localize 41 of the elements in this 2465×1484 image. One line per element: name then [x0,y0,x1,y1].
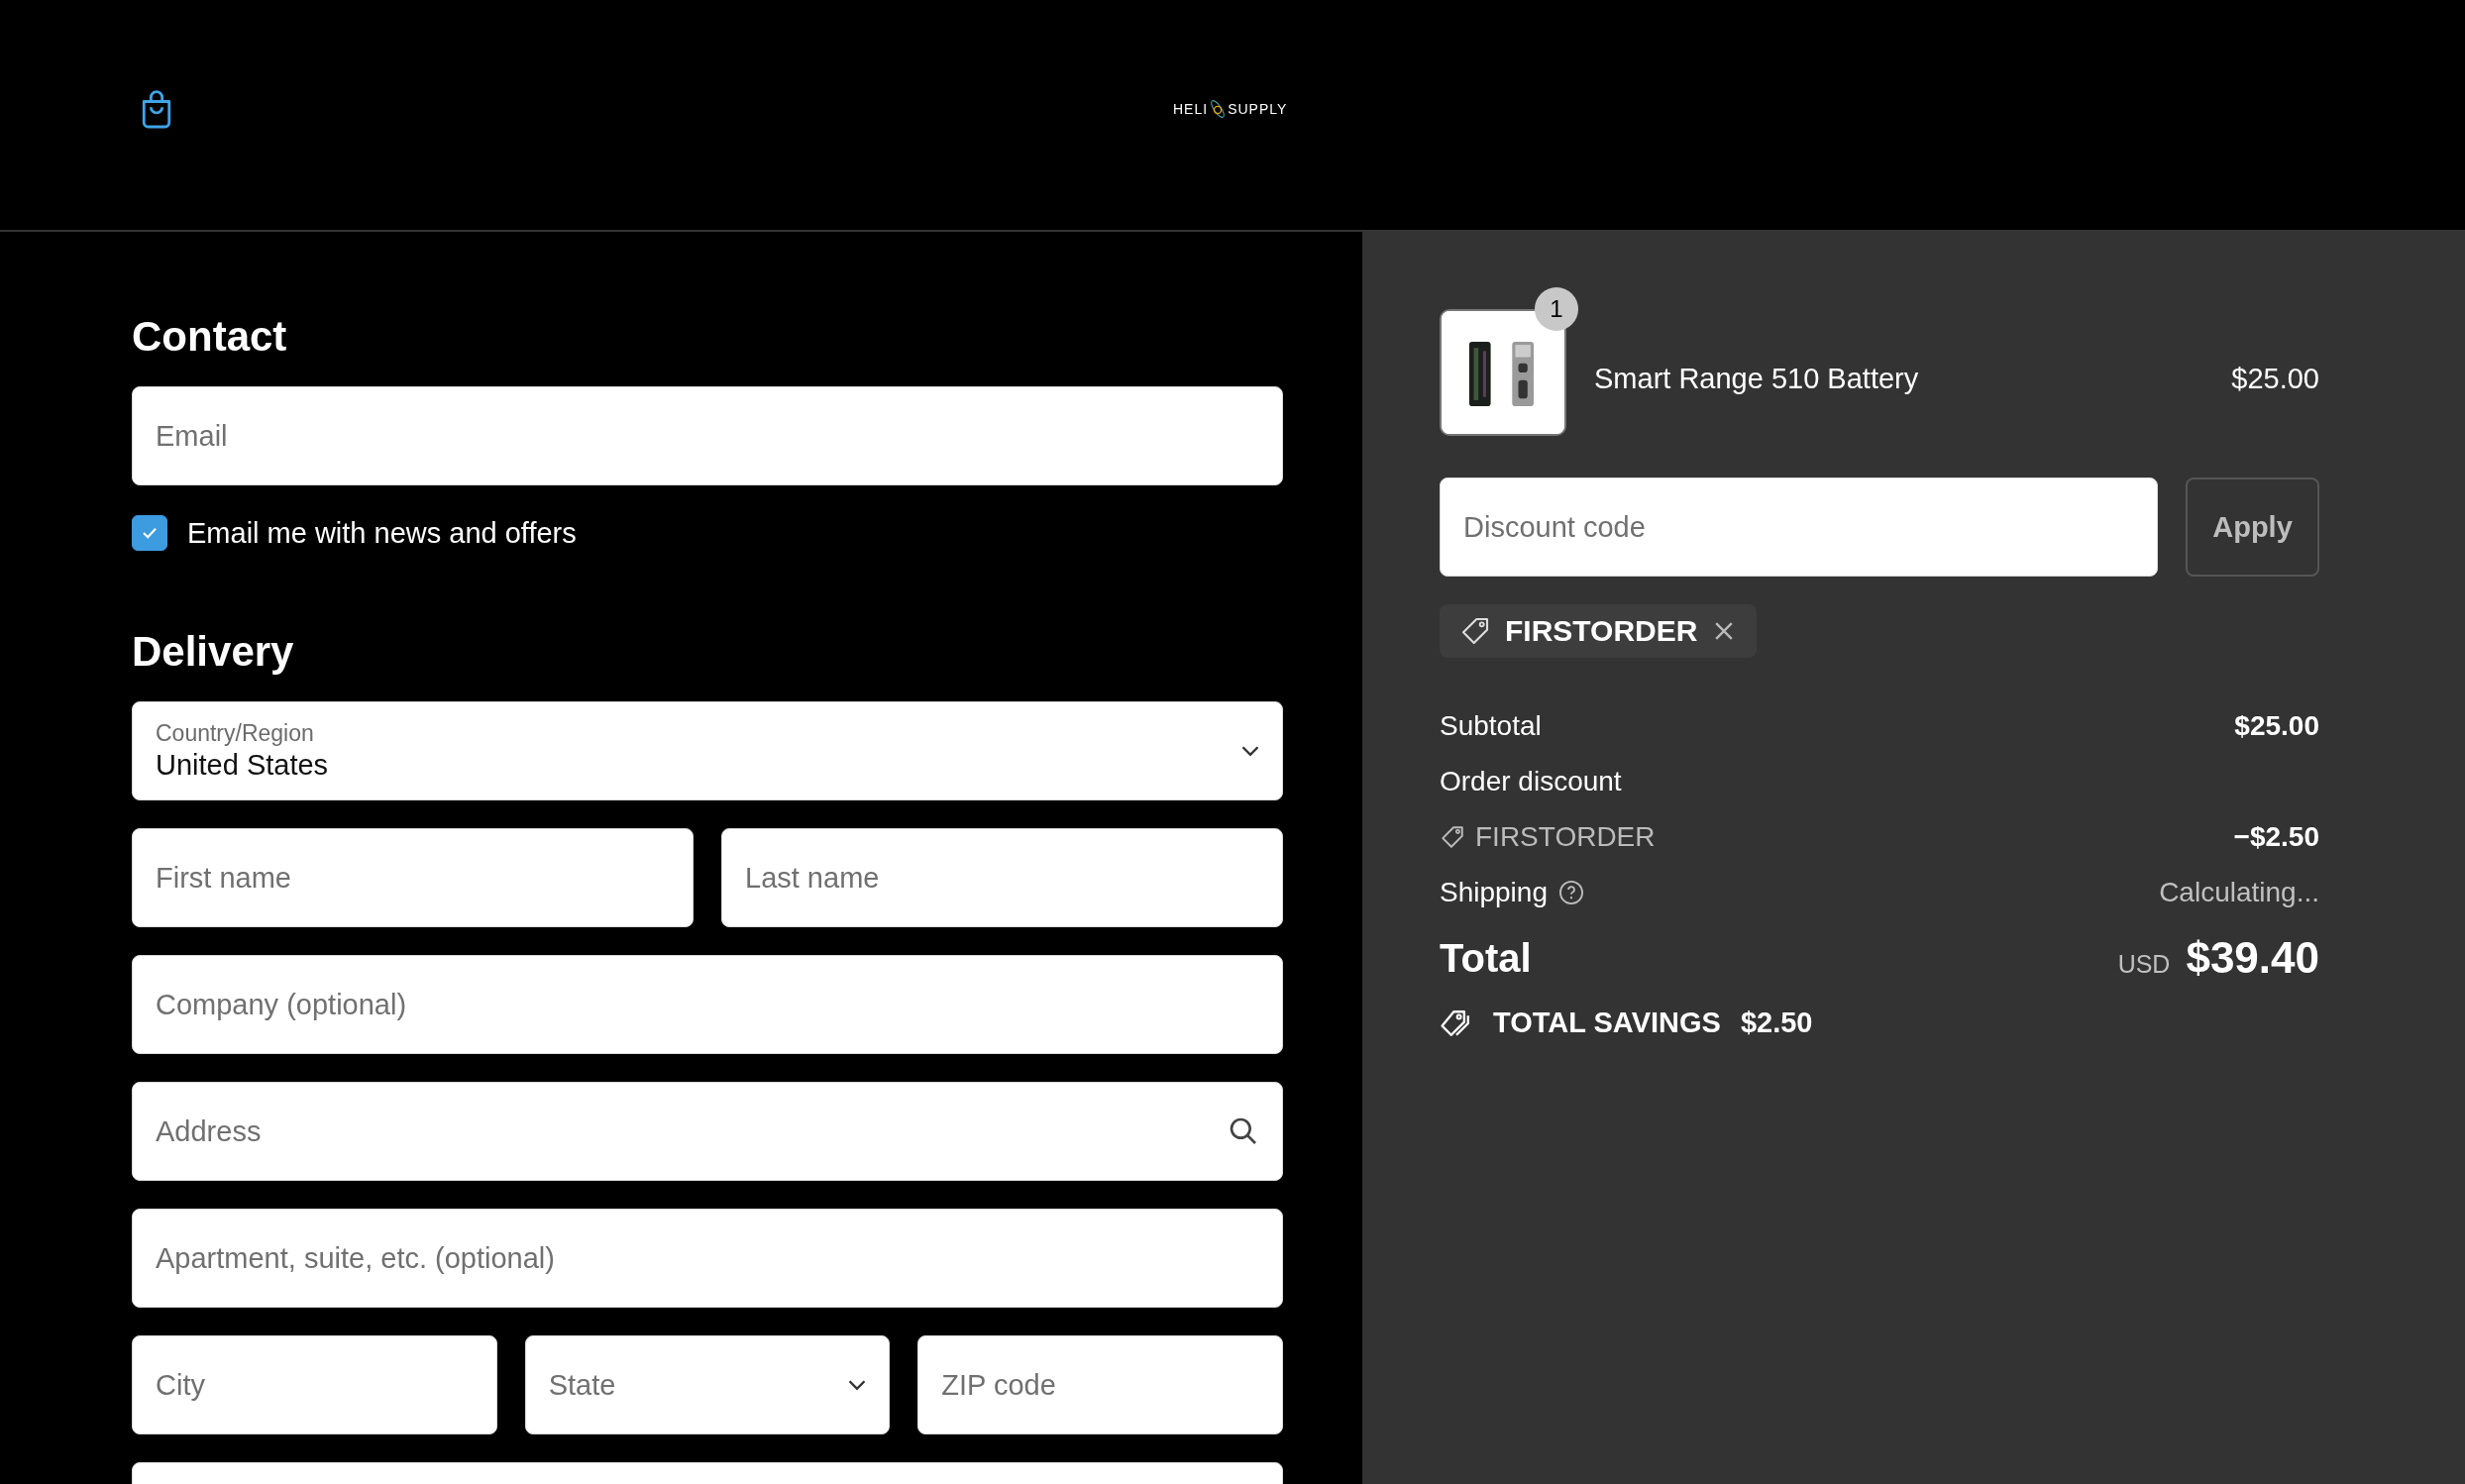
summary-label: FIRSTORDER [1475,821,1656,853]
summary-value: Calculating... [2159,877,2319,908]
section-title: Contact [132,313,288,361]
savings-label: TOTAL SAVINGS [1493,1007,1721,1039]
currency-code: USD [2117,950,2171,979]
tag-icon [1440,824,1465,850]
email-field[interactable]: Email [132,386,1283,485]
select-field[interactable]: Country/Region United States [132,701,1283,800]
orbit-logo-icon [1209,97,1228,121]
checkbox-label: Email me with news and offers [187,516,577,550]
checkbox[interactable] [132,515,167,551]
logo-text: HELI [1173,101,1209,117]
discount-code: FIRSTORDER [1505,614,1698,648]
summary-label: Order discount [1440,766,1622,797]
total-value: $39.40 [2186,933,2319,983]
help-icon[interactable] [1557,879,1585,906]
input-field[interactable]: Company (optional) [132,955,1283,1054]
apply-button[interactable]: Apply [2186,477,2319,577]
tag-icon [1459,615,1491,647]
address-field[interactable]: Address [132,1082,1283,1181]
logo-text: SUPPLY [1228,101,1288,117]
total-label: Total [1440,935,1532,981]
quantity-badge: 1 [1535,287,1578,331]
input-field[interactable]: Apartment, suite, etc. (optional) [132,1209,1283,1308]
discount-code-field[interactable]: Discount code [1440,477,2158,577]
section-title: Delivery [132,628,295,676]
chevron-down-icon [1241,745,1259,757]
product-name: Smart Range 510 Battery [1594,362,1920,395]
product-price: $25.00 [2231,362,2319,395]
summary-label: Shipping [1440,877,1548,908]
input-field[interactable]: ZIP code [917,1335,1283,1434]
input-field[interactable]: First name [132,828,694,927]
savings-value: $2.50 [1740,1007,1813,1039]
select-field[interactable]: State [524,1335,891,1434]
chevron-down-icon [848,1379,867,1391]
input-field[interactable]: Last name [721,828,1283,927]
summary-label: Subtotal [1440,710,1542,742]
summary-value: $25.00 [2234,710,2319,742]
summary-value: −$2.50 [2233,821,2319,853]
input-field[interactable]: City [132,1335,497,1434]
shopping-bag-icon[interactable] [140,90,173,130]
